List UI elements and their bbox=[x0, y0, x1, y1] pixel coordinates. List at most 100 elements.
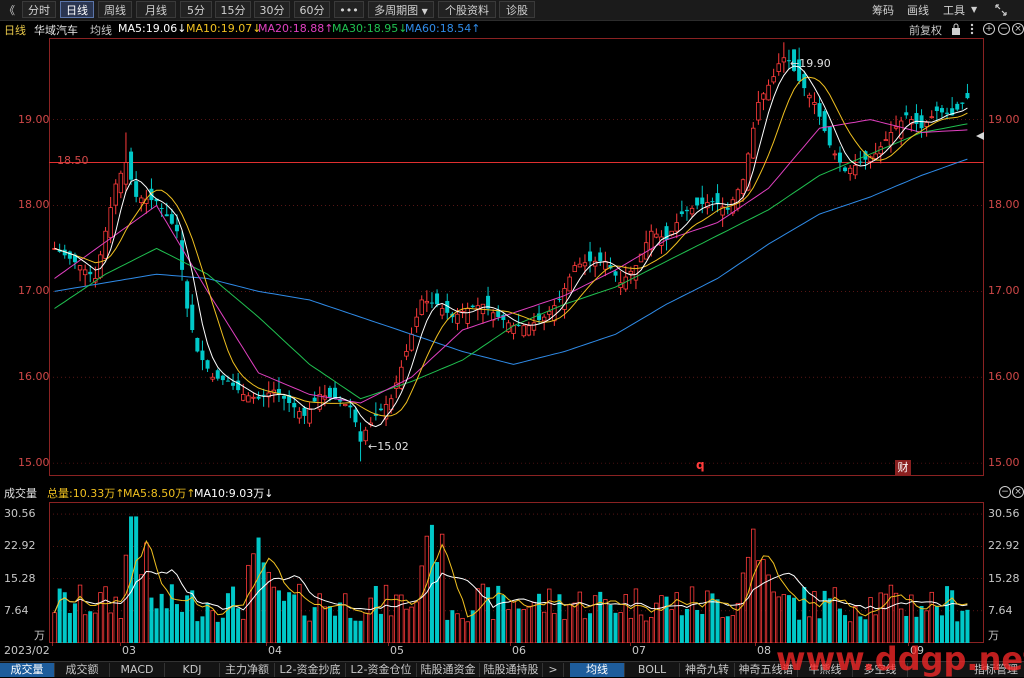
volume-bar-up bbox=[618, 612, 623, 643]
volume-bar-up bbox=[628, 617, 634, 643]
candle-body-down bbox=[837, 152, 842, 163]
volume-bar-up bbox=[368, 597, 373, 643]
chips-button[interactable]: 筹码 bbox=[872, 2, 894, 18]
volume-bar-up bbox=[888, 584, 894, 643]
candle-body-down bbox=[965, 93, 970, 99]
back-icon[interactable]: 《 bbox=[4, 2, 15, 18]
expand-icon[interactable] bbox=[994, 3, 1008, 17]
candle-body-up bbox=[924, 122, 929, 127]
max-price-value: 19.90 bbox=[799, 57, 831, 70]
chevron-down-icon[interactable]: ▼ bbox=[971, 5, 977, 14]
volume-bar-up bbox=[633, 588, 639, 643]
volume-chart[interactable] bbox=[0, 502, 1024, 643]
tab-td9[interactable]: 神奇九转 bbox=[680, 663, 735, 677]
multi-period-button[interactable]: 多周期图 ▼ bbox=[368, 1, 434, 18]
candle-body-up bbox=[654, 233, 659, 238]
tab-turnover[interactable]: 成交额 bbox=[55, 663, 110, 677]
volume-bar-up bbox=[751, 528, 756, 643]
volume-bar-up bbox=[643, 620, 649, 643]
candlestick-chart[interactable] bbox=[0, 38, 1024, 476]
candle-body-up bbox=[307, 408, 312, 424]
volume-bar-down bbox=[613, 612, 618, 643]
volume-bar-up bbox=[322, 606, 328, 643]
tab-boll[interactable]: BOLL bbox=[625, 663, 680, 677]
candle-body-up bbox=[674, 222, 679, 232]
volume-bar-down bbox=[725, 616, 730, 643]
volume-bar-down bbox=[802, 587, 807, 643]
volume-bar-up bbox=[552, 612, 557, 643]
volume-bar-up bbox=[490, 619, 496, 643]
ma60-value: MA60:18.54↑ bbox=[405, 22, 481, 35]
volume-bar-down bbox=[134, 516, 139, 643]
date-axis-label: 04 bbox=[268, 644, 282, 657]
volume-bar-up bbox=[924, 610, 929, 643]
zoom-in-icon[interactable]: + bbox=[983, 23, 995, 35]
candle-body-down bbox=[67, 251, 72, 259]
candle-body-up bbox=[628, 270, 634, 275]
volume-bar-up bbox=[271, 586, 277, 643]
tab-15min[interactable]: 15分 bbox=[215, 1, 251, 18]
tab-monthly[interactable]: 月线 bbox=[136, 1, 176, 18]
tab-daily[interactable]: 日线 bbox=[60, 1, 94, 18]
candle-body-up bbox=[649, 230, 654, 250]
tab-5min[interactable]: 5分 bbox=[180, 1, 212, 18]
lock-icon[interactable] bbox=[950, 22, 962, 36]
adjust-button[interactable]: 前复权 bbox=[909, 22, 942, 38]
zoom-out-icon[interactable]: − bbox=[998, 23, 1010, 35]
candle-body-down bbox=[955, 103, 960, 110]
event-marker-q[interactable]: q bbox=[696, 458, 705, 472]
tab-30min[interactable]: 30分 bbox=[254, 1, 290, 18]
ma10-value: MA10:19.07↓ bbox=[186, 22, 262, 35]
tools-button[interactable]: 工具 bbox=[943, 2, 965, 18]
tabs-scroll-right-icon[interactable]: > bbox=[543, 663, 564, 677]
stock-info-button[interactable]: 个股资料 bbox=[438, 1, 496, 18]
tab-ma[interactable]: 均线 bbox=[570, 663, 625, 677]
volume-close-icon[interactable]: × bbox=[1012, 486, 1024, 498]
volume-bar-down bbox=[348, 617, 353, 643]
finance-marker[interactable]: 财 bbox=[895, 460, 911, 476]
tab-volume[interactable]: 成交量 bbox=[0, 663, 55, 677]
candle-body-down bbox=[169, 214, 174, 224]
tab-main-net[interactable]: 主力净额 bbox=[220, 663, 275, 677]
candle-body-down bbox=[470, 305, 475, 308]
draw-line-button[interactable]: 画线 bbox=[907, 2, 929, 18]
volume-bar-up bbox=[343, 593, 348, 643]
volume-tick-right: 7.64 bbox=[988, 603, 1013, 617]
candle-body-up bbox=[531, 322, 537, 331]
more-periods-button[interactable]: ••• bbox=[334, 1, 364, 18]
candle-body-up bbox=[812, 102, 817, 105]
tab-60min[interactable]: 60分 bbox=[294, 1, 330, 18]
volume-ma10: MA10:9.03万↓ bbox=[194, 487, 274, 500]
volume-bar-up bbox=[730, 615, 736, 643]
volume-bar-down bbox=[149, 597, 154, 643]
tab-kdj[interactable]: KDJ bbox=[165, 663, 220, 677]
volume-bar-up bbox=[771, 591, 776, 643]
tab-l2-bottom[interactable]: L2-资金抄底 bbox=[275, 663, 346, 677]
diagnose-button[interactable]: 诊股 bbox=[499, 1, 535, 18]
candle-body-up bbox=[740, 179, 746, 194]
volume-bar-down bbox=[486, 587, 491, 643]
tab-weekly[interactable]: 周线 bbox=[98, 1, 132, 18]
tab-macd[interactable]: MACD bbox=[110, 663, 165, 677]
volume-zoom-out-icon[interactable]: − bbox=[999, 486, 1011, 498]
volume-bar-up bbox=[878, 592, 883, 643]
volume-bar-down bbox=[72, 603, 77, 643]
candle-body-up bbox=[297, 411, 302, 419]
candle-body-down bbox=[858, 161, 863, 163]
volume-bar-down bbox=[287, 592, 292, 643]
more-options-icon[interactable] bbox=[967, 22, 977, 36]
volume-bar-down bbox=[205, 603, 210, 643]
candle-body-down bbox=[164, 214, 169, 217]
ma-settings-label[interactable]: 均线 bbox=[90, 22, 112, 38]
close-icon[interactable]: × bbox=[1012, 23, 1024, 35]
tab-l2-position[interactable]: L2-资金仓位 bbox=[346, 663, 417, 677]
tab-northbound-funds[interactable]: 陆股通资金 bbox=[417, 663, 480, 677]
candle-body-down bbox=[557, 298, 562, 300]
volume-bar-up bbox=[756, 560, 761, 643]
tab-fenshi[interactable]: 分时 bbox=[22, 1, 56, 18]
candle-body-up bbox=[735, 189, 741, 209]
candle-body-down bbox=[225, 380, 230, 382]
candle-body-down bbox=[134, 181, 139, 197]
tab-northbound-holdings[interactable]: 陆股通持股 bbox=[480, 663, 543, 677]
ma60-line bbox=[54, 158, 968, 365]
